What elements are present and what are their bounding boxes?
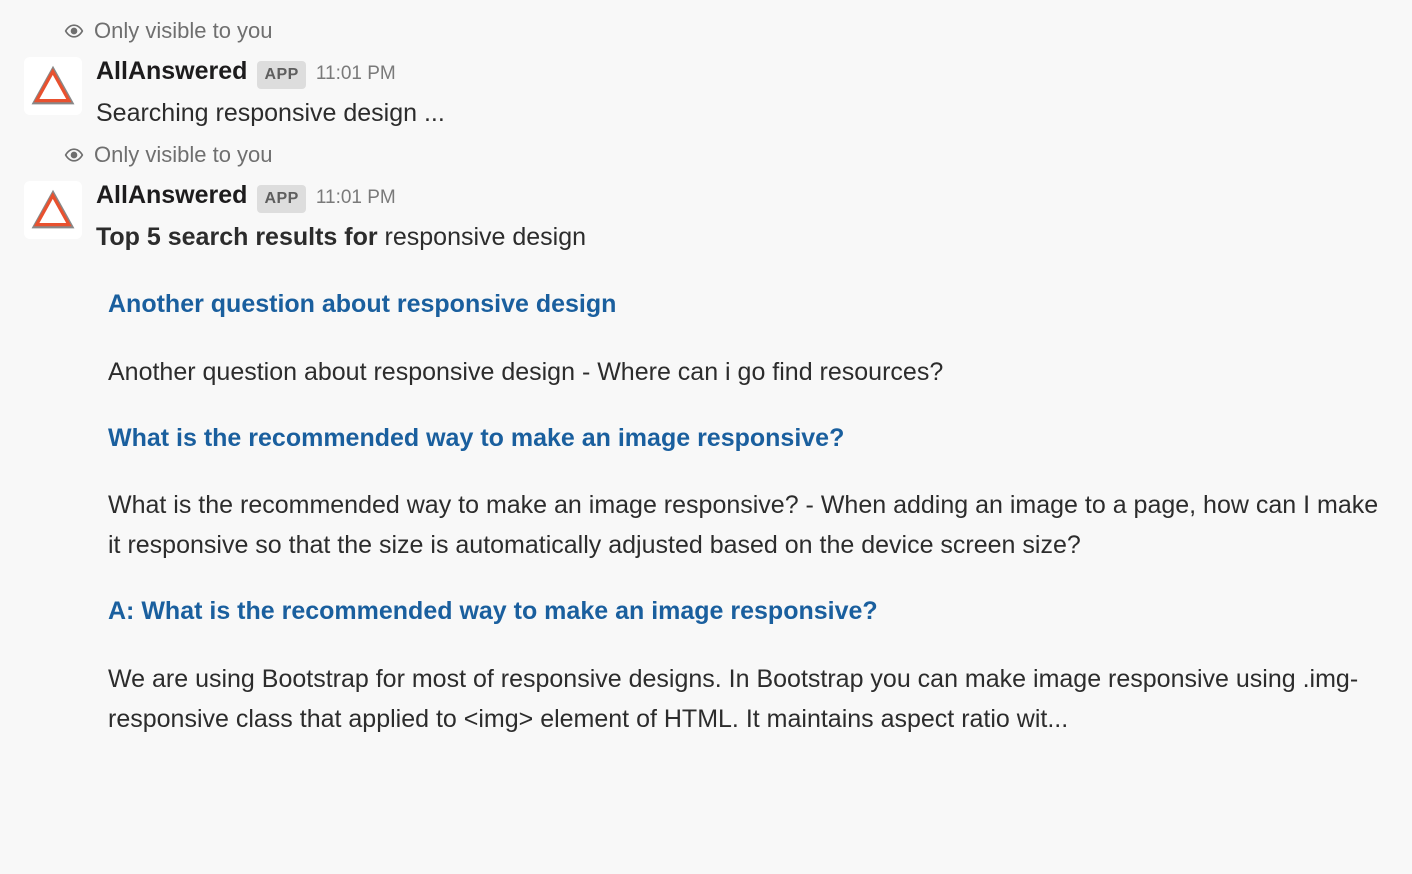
app-badge: APP bbox=[257, 185, 305, 213]
result-link[interactable]: A: What is the recommended way to make a… bbox=[108, 593, 1388, 631]
search-results: Another question about responsive design… bbox=[108, 286, 1388, 739]
bot-name[interactable]: AllAnswered bbox=[96, 53, 247, 91]
bot-avatar[interactable] bbox=[24, 181, 82, 239]
bot-name[interactable]: AllAnswered bbox=[96, 177, 247, 215]
message-body: Searching responsive design ... bbox=[96, 95, 1388, 133]
visibility-indicator: Only visible to you bbox=[24, 138, 1388, 171]
eye-icon bbox=[64, 21, 84, 41]
visibility-text: Only visible to you bbox=[94, 14, 273, 47]
result-snippet: What is the recommended way to make an i… bbox=[108, 485, 1388, 565]
result-link[interactable]: What is the recommended way to make an i… bbox=[108, 420, 1388, 458]
result-snippet: Another question about responsive design… bbox=[108, 352, 1388, 392]
result-snippet: We are using Bootstrap for most of respo… bbox=[108, 659, 1388, 739]
result-link[interactable]: Another question about responsive design bbox=[108, 286, 1388, 324]
message: AllAnswered APP 11:01 PM Searching respo… bbox=[24, 53, 1388, 132]
visibility-text: Only visible to you bbox=[94, 138, 273, 171]
bot-avatar[interactable] bbox=[24, 57, 82, 115]
message-timestamp[interactable]: 11:01 PM bbox=[316, 60, 396, 89]
results-header: Top 5 search results for responsive desi… bbox=[96, 219, 1388, 257]
app-badge: APP bbox=[257, 61, 305, 89]
message-timestamp[interactable]: 11:01 PM bbox=[316, 184, 396, 213]
message: AllAnswered APP 11:01 PM Top 5 search re… bbox=[24, 177, 1388, 256]
allanswered-logo-icon bbox=[31, 188, 75, 232]
visibility-indicator: Only visible to you bbox=[24, 14, 1388, 47]
allanswered-logo-icon bbox=[31, 64, 75, 108]
eye-icon bbox=[64, 145, 84, 165]
